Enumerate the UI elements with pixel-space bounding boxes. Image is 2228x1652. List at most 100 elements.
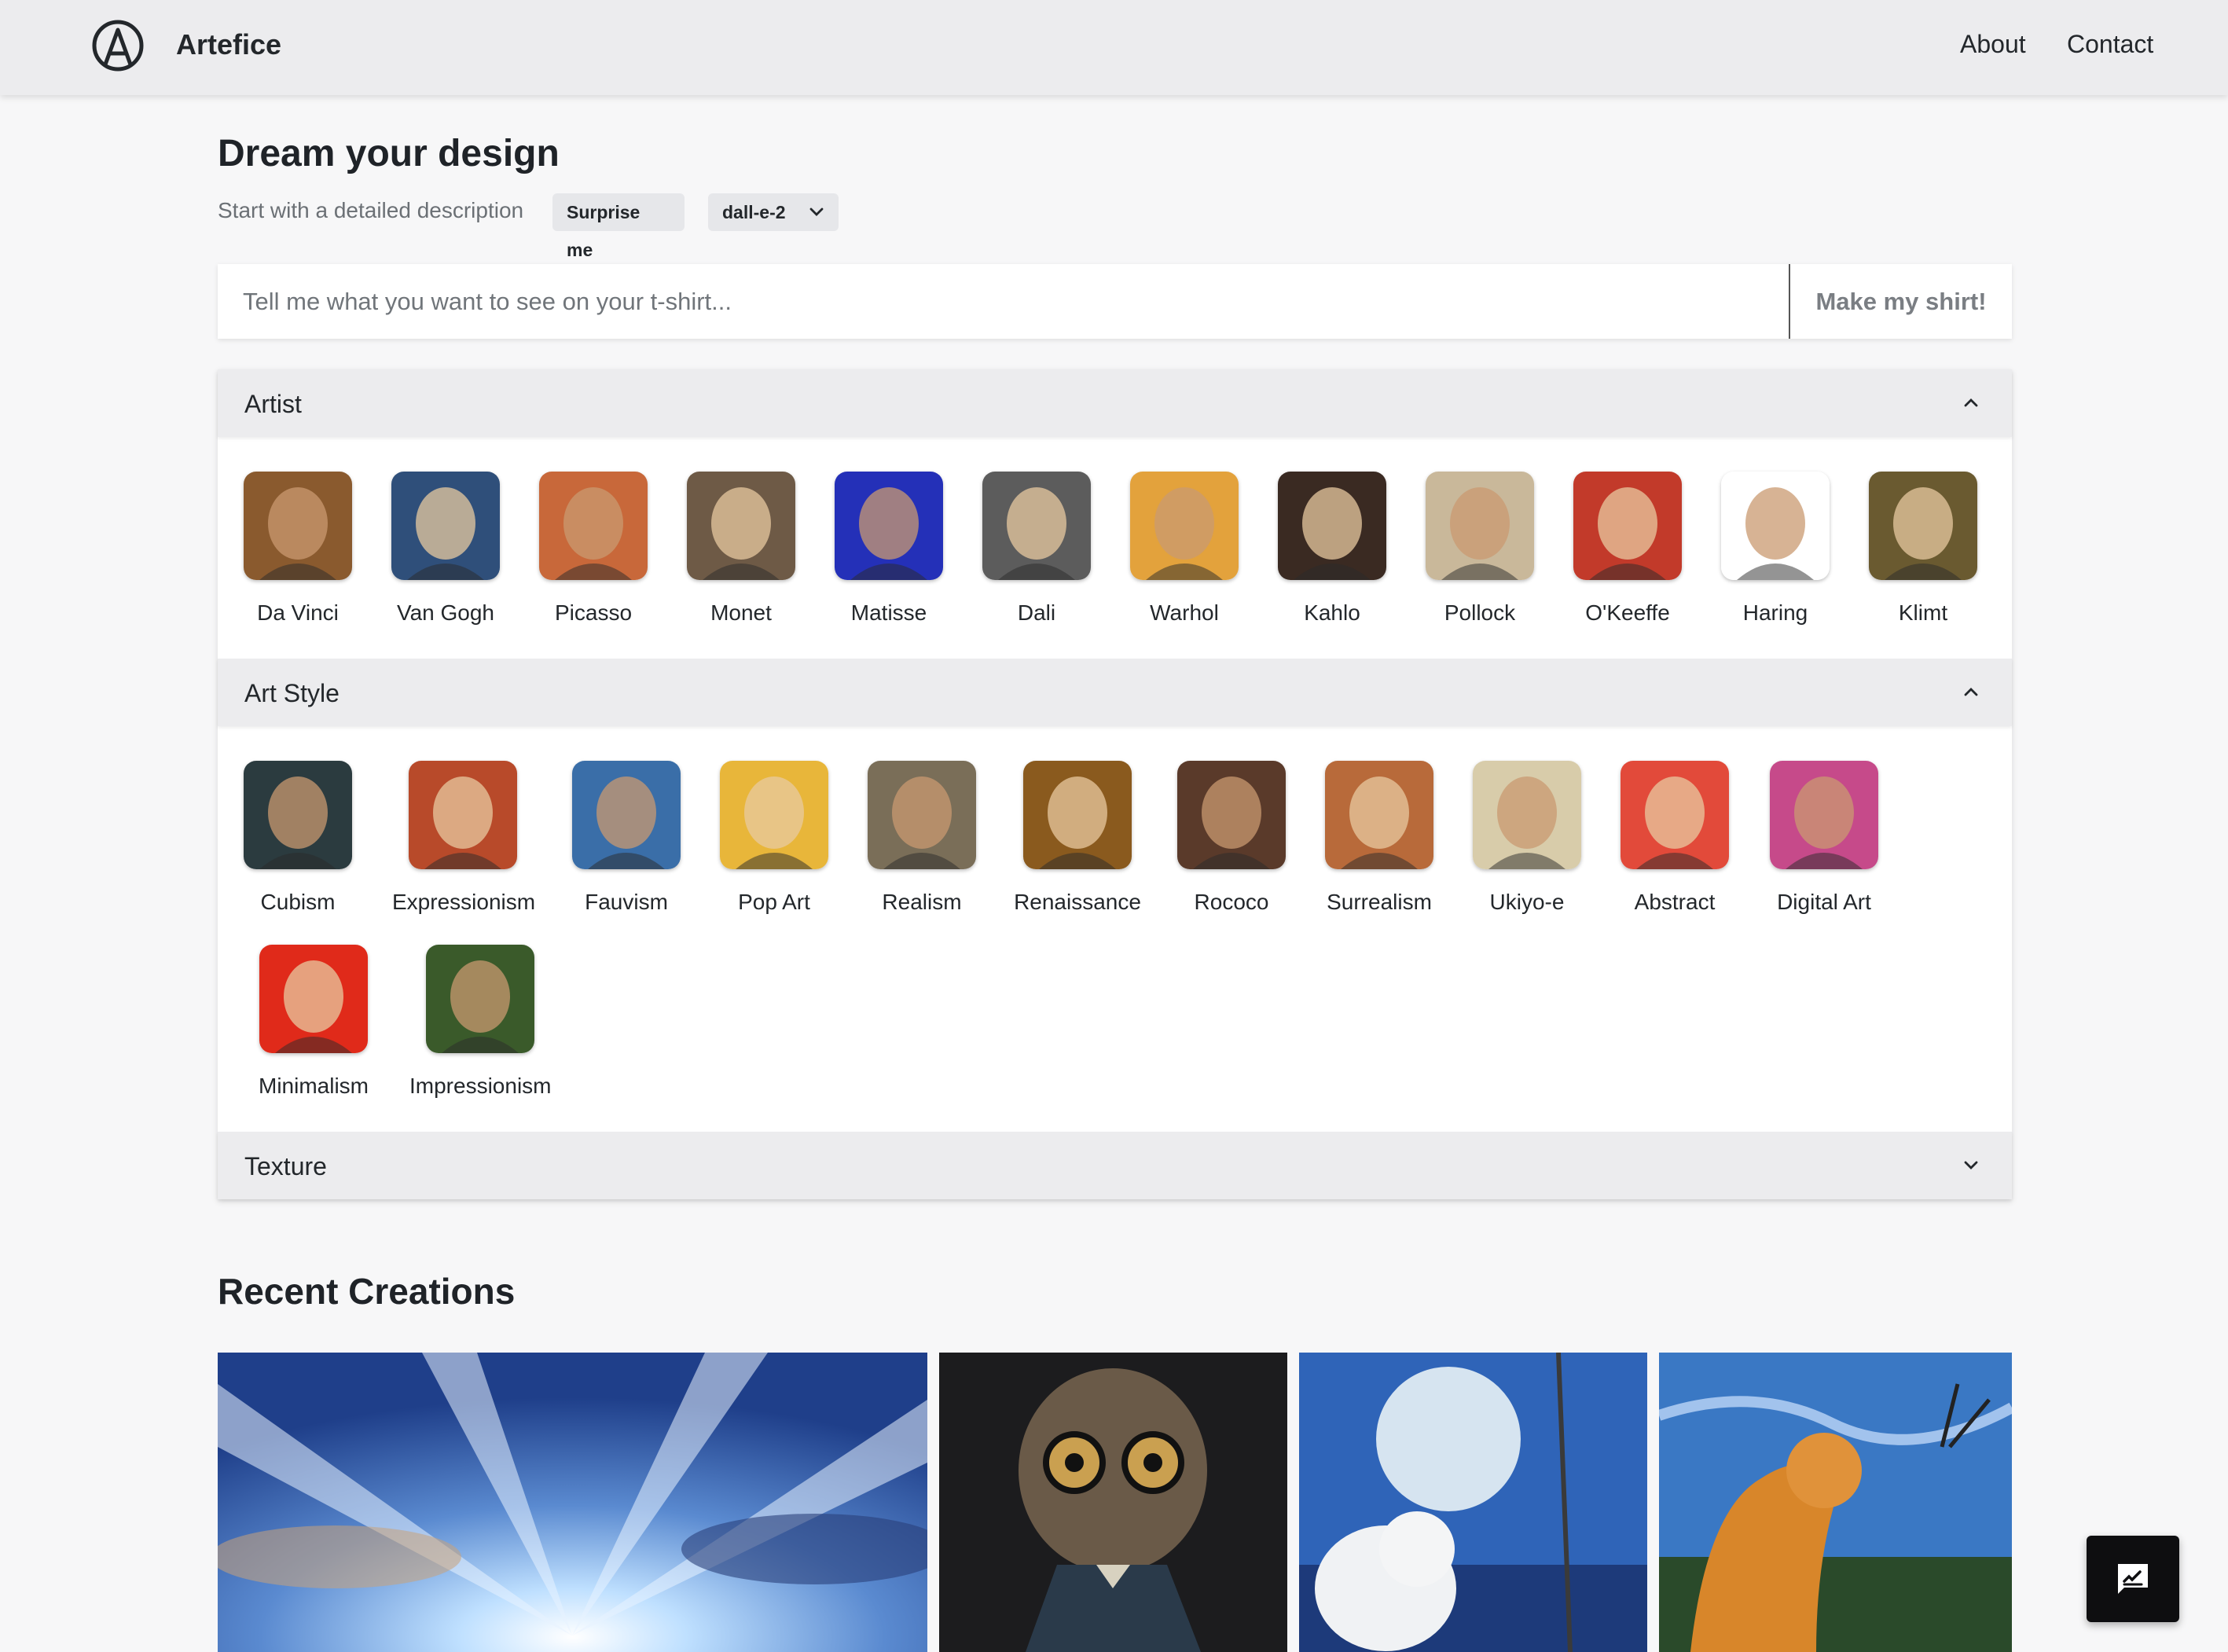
- recent-creation-image[interactable]: [1659, 1353, 2012, 1652]
- artist-thumbnail: [1869, 472, 1977, 580]
- artist-option-label: O'Keeffe: [1585, 600, 1670, 625]
- dog-moon-image: [1299, 1353, 1647, 1652]
- art-style-thumbnail: [572, 761, 681, 869]
- artist-option-label: Warhol: [1150, 600, 1219, 625]
- art-style-section-title: Art Style: [244, 679, 340, 707]
- chevron-up-icon: [1964, 688, 1978, 696]
- nav-link-contact[interactable]: Contact: [2067, 30, 2153, 59]
- owl-glasses-image: [939, 1353, 1287, 1652]
- art-style-option-label: Renaissance: [1014, 890, 1141, 914]
- model-select[interactable]: dall-e-2: [708, 193, 839, 231]
- recent-creation-image[interactable]: [218, 1353, 927, 1652]
- artist-thumbnail: [835, 472, 943, 580]
- art-style-thumbnail: [426, 945, 534, 1053]
- artist-option-label: Dali: [1017, 600, 1056, 625]
- artist-option-label: Haring: [1742, 600, 1808, 625]
- art-style-thumbnail: [1177, 761, 1286, 869]
- art-style-option-label: Surrealism: [1327, 890, 1432, 914]
- art-style-option[interactable]: Pop Art: [703, 761, 845, 915]
- art-style-option-label: Ukiyo-e: [1489, 890, 1565, 914]
- art-style-option[interactable]: Rococo: [1161, 761, 1302, 915]
- sky-burst-image: [218, 1353, 927, 1652]
- feedback-button[interactable]: [2087, 1536, 2179, 1622]
- artist-option[interactable]: Matisse: [818, 472, 960, 626]
- prompt-input[interactable]: [218, 264, 1788, 339]
- chevron-up-icon: [1964, 398, 1978, 407]
- art-style-option-label: Impressionism: [409, 1074, 552, 1098]
- artist-option-label: Picasso: [554, 600, 633, 625]
- chevron-down-icon: [1964, 1161, 1978, 1169]
- artist-thumbnail: [391, 472, 500, 580]
- artist-section-title: Artist: [244, 390, 302, 418]
- artist-section-body: Da Vinci Van Gogh Picasso Monet Matisse Dali W…: [218, 437, 2012, 659]
- top-nav-bar: Artefice About Contact: [0, 0, 2228, 95]
- art-style-option-label: Cubism: [260, 890, 336, 914]
- artist-option-label: Monet: [710, 600, 772, 625]
- art-style-option-label: Fauvism: [585, 890, 668, 914]
- art-style-option-label: Minimalism: [259, 1074, 369, 1098]
- artist-option[interactable]: Monet: [670, 472, 812, 626]
- art-style-section-body: Cubism Expressionism Fauvism Pop Art Realism…: [218, 726, 2012, 1132]
- art-style-option[interactable]: Minimalism: [243, 945, 384, 1099]
- art-style-option[interactable]: Abstract: [1604, 761, 1745, 915]
- art-style-option-label: Pop Art: [738, 890, 810, 914]
- texture-section-title: Texture: [244, 1152, 327, 1180]
- art-style-option-label: Rococo: [1194, 890, 1269, 914]
- artefice-logo-icon[interactable]: [91, 19, 145, 72]
- art-style-thumbnail: [1325, 761, 1433, 869]
- art-style-option[interactable]: Digital Art: [1753, 761, 1895, 915]
- art-style-option[interactable]: Renaissance: [1007, 761, 1148, 915]
- artist-thumbnail: [982, 472, 1091, 580]
- art-style-thumbnail: [1621, 761, 1729, 869]
- artist-option[interactable]: Dali: [966, 472, 1107, 626]
- art-style-option[interactable]: Cubism: [227, 761, 369, 915]
- artist-thumbnail: [1426, 472, 1534, 580]
- art-style-option-label: Abstract: [1634, 890, 1716, 914]
- design-options-accordion: Artist Da Vinci Van Gogh Picasso Monet Matis…: [218, 369, 2012, 1199]
- artist-option[interactable]: Pollock: [1409, 472, 1551, 626]
- artist-option[interactable]: Kahlo: [1261, 472, 1403, 626]
- art-style-option-label: Expressionism: [392, 890, 536, 914]
- art-style-option-label: Realism: [882, 890, 962, 914]
- page-title: Dream your design: [218, 133, 560, 174]
- art-style-thumbnail: [1473, 761, 1581, 869]
- artist-option[interactable]: Picasso: [523, 472, 664, 626]
- model-select-value: dall-e-2: [722, 202, 786, 222]
- artist-option[interactable]: Van Gogh: [375, 472, 516, 626]
- recent-creation-image[interactable]: [939, 1353, 1287, 1652]
- artist-thumbnail: [1278, 472, 1386, 580]
- artist-option[interactable]: Warhol: [1114, 472, 1255, 626]
- artist-option[interactable]: Da Vinci: [227, 472, 369, 626]
- art-style-thumbnail: [720, 761, 828, 869]
- artist-option-label: Klimt: [1898, 600, 1948, 625]
- artist-option[interactable]: O'Keeffe: [1557, 472, 1698, 626]
- art-style-thumbnail: [1023, 761, 1132, 869]
- recent-creations-title: Recent Creations: [218, 1271, 516, 1312]
- brand-name[interactable]: Artefice: [176, 28, 281, 61]
- artist-option-label: Pollock: [1444, 600, 1516, 625]
- art-style-thumbnail: [409, 761, 517, 869]
- surprise-me-label: Surprise me: [567, 202, 641, 260]
- art-style-thumbnail: [868, 761, 976, 869]
- make-my-shirt-button[interactable]: Make my shirt!: [1790, 264, 2012, 339]
- art-style-option[interactable]: Surrealism: [1309, 761, 1450, 915]
- artist-option-label: Van Gogh: [396, 600, 495, 625]
- art-style-section-header[interactable]: Art Style: [218, 659, 2012, 726]
- nav-link-about[interactable]: About: [1960, 30, 2026, 59]
- art-style-thumbnail: [1770, 761, 1878, 869]
- chevron-down-icon: [809, 207, 824, 216]
- artist-option[interactable]: Klimt: [1852, 472, 1994, 626]
- art-style-option[interactable]: Ukiyo-e: [1456, 761, 1598, 915]
- surprise-me-button[interactable]: Surprise me: [552, 193, 685, 260]
- art-style-option[interactable]: Realism: [851, 761, 993, 915]
- artist-thumbnail: [244, 472, 352, 580]
- art-style-option[interactable]: Expressionism: [392, 761, 536, 915]
- recent-creation-image[interactable]: [1299, 1353, 1647, 1652]
- prompt-bar: Make my shirt!: [218, 264, 2012, 339]
- artist-section-header[interactable]: Artist: [218, 369, 2012, 437]
- art-style-option[interactable]: Fauvism: [556, 761, 697, 915]
- artist-option[interactable]: Haring: [1705, 472, 1846, 626]
- artist-thumbnail: [1573, 472, 1682, 580]
- art-style-option[interactable]: Impressionism: [409, 945, 551, 1099]
- texture-section-header[interactable]: Texture: [218, 1132, 2012, 1199]
